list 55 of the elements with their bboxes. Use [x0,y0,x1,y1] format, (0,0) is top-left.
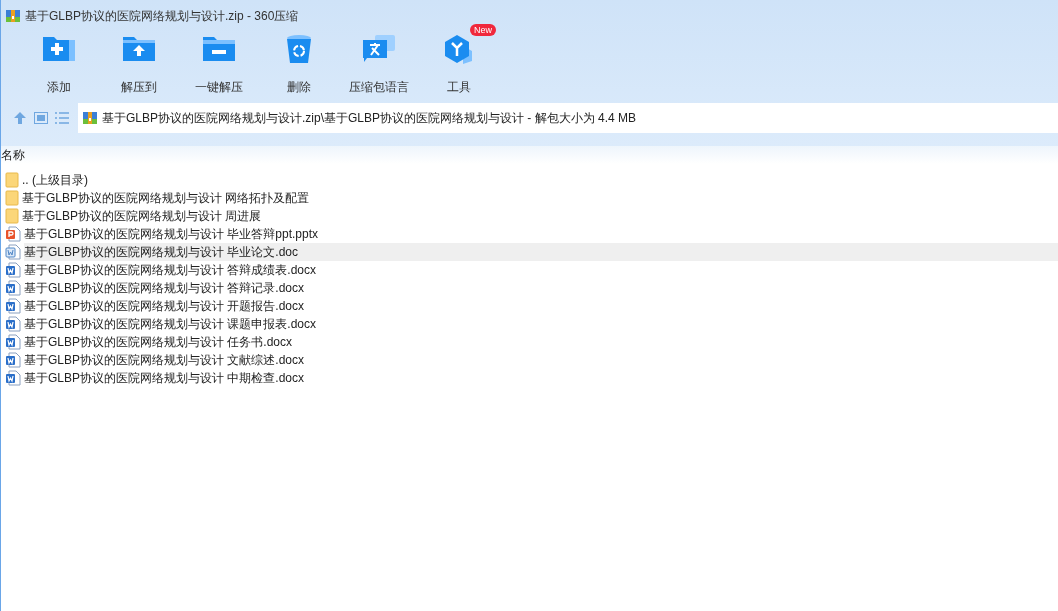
file-row[interactable]: 基于GLBP协议的医院网络规划与设计 周进展 [1,207,1058,225]
hexagon-tool-icon [443,34,475,64]
file-name: 基于GLBP协议的医院网络规划与设计 任务书.docx [24,334,294,351]
file-row[interactable]: 基于GLBP协议的医院网络规划与设计 中期检查.docx [1,369,1058,387]
archive-icon [82,110,98,126]
file-name: 基于GLBP协议的医院网络规划与设计 文献综述.docx [24,352,306,369]
file-row[interactable]: 基于GLBP协议的医院网络规划与设计 任务书.docx [1,333,1058,351]
file-name: 基于GLBP协议的医院网络规划与设计 开题报告.docx [24,298,306,315]
file-name: 基于GLBP协议的医院网络规划与设计 网络拓扑及配置 [22,190,311,207]
toolbar-button[interactable]: 压缩包语言 [339,24,419,96]
folder-icon [5,190,19,206]
document-file-icon [5,244,21,260]
list-view-icon[interactable] [55,112,69,124]
toolbar-button[interactable]: 解压到 [99,24,179,96]
file-name: 基于GLBP协议的医院网络规划与设计 答辩记录.docx [24,280,306,297]
recycle-bin-icon [286,34,312,64]
toolbar-button[interactable]: 一键解压 [179,24,259,96]
folder-plus-icon [42,34,76,62]
presentation-file-icon [5,226,21,242]
up-arrow-icon[interactable] [13,111,27,125]
new-badge: New [470,24,496,36]
folder-icon [5,208,19,224]
file-name: .. (上级目录) [22,172,89,189]
folder-upload-icon [122,34,156,62]
word-file-icon [5,262,21,278]
window-title: 基于GLBP协议的医院网络规划与设计.zip - 360压缩 [25,8,299,25]
file-row[interactable]: 基于GLBP协议的医院网络规划与设计 开题报告.docx [1,297,1058,315]
file-name: 基于GLBP协议的医院网络规划与设计 答辩成绩表.docx [24,262,318,279]
word-file-icon [5,352,21,368]
toolbar-button[interactable]: 工具 New [419,24,499,96]
word-file-icon [5,316,21,332]
translate-icon [361,34,397,64]
toolbar-button[interactable]: 删除 [259,24,339,96]
file-name: 基于GLBP协议的医院网络规划与设计 周进展 [22,208,263,225]
folder-minus-icon [202,34,236,62]
column-header[interactable]: 名称 [1,146,25,164]
file-name: 基于GLBP协议的医院网络规划与设计 中期检查.docx [24,370,306,387]
file-name: 基于GLBP协议的医院网络规划与设计 课题申报表.docx [24,316,318,333]
toolbar-button[interactable]: 添加 [19,24,99,96]
file-row[interactable]: .. (上级目录) [1,171,1058,189]
word-file-icon [5,334,21,350]
address-field[interactable]: 基于GLBP协议的医院网络规划与设计.zip\基于GLBP协议的医院网络规划与设计 - 解包大小为 4.4 MB [78,103,1058,133]
file-row[interactable]: 基于GLBP协议的医院网络规划与设计 答辩记录.docx [1,279,1058,297]
word-file-icon [5,298,21,314]
app-icon [5,8,21,24]
file-name: 基于GLBP协议的医院网络规划与设计 毕业答辩ppt.pptx [24,226,320,243]
file-row[interactable]: 基于GLBP协议的医院网络规划与设计 文献综述.docx [1,351,1058,369]
folder-icon [5,172,19,188]
file-row[interactable]: 基于GLBP协议的医院网络规划与设计 课题申报表.docx [1,315,1058,333]
word-file-icon [5,280,21,296]
thumbnail-view-icon[interactable] [34,112,48,124]
file-row[interactable]: 基于GLBP协议的医院网络规划与设计 毕业答辩ppt.pptx [1,225,1058,243]
file-row[interactable]: 基于GLBP协议的医院网络规划与设计 答辩成绩表.docx [1,261,1058,279]
file-row[interactable]: 基于GLBP协议的医院网络规划与设计 网络拓扑及配置 [1,189,1058,207]
word-file-icon [5,370,21,386]
